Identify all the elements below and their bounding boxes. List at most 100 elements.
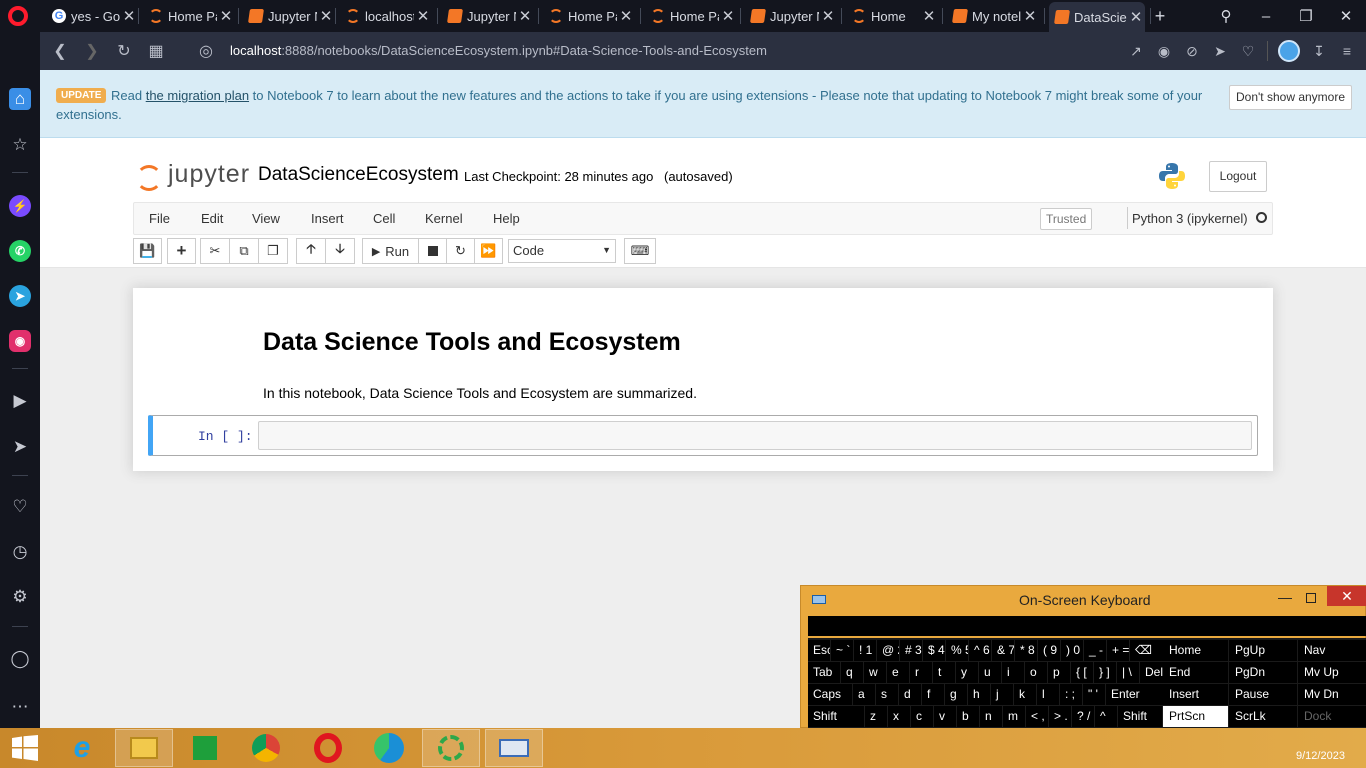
close-tab-icon[interactable]: ✕ xyxy=(516,7,534,25)
osk-key[interactable]: h xyxy=(968,684,990,705)
osk-key[interactable]: d xyxy=(899,684,921,705)
trusted-indicator[interactable]: Trusted xyxy=(1040,208,1093,230)
restart-button[interactable]: ↻ xyxy=(446,238,475,264)
menu-edit[interactable]: Edit xyxy=(201,211,223,226)
store-icon[interactable] xyxy=(176,729,234,767)
osk-key[interactable]: Nav xyxy=(1298,640,1366,661)
paste-button[interactable]: ❐ xyxy=(258,238,288,264)
osk-key[interactable]: % 5 xyxy=(946,640,968,661)
osk-key[interactable]: f xyxy=(922,684,944,705)
share-icon[interactable]: ↗ xyxy=(1127,43,1145,60)
osk-minimize-icon[interactable]: — xyxy=(1278,589,1292,605)
move-down-button[interactable]: 🡣 xyxy=(325,238,355,264)
code-input[interactable] xyxy=(258,421,1252,450)
more-icon[interactable]: ⋯ xyxy=(9,696,31,718)
move-up-button[interactable]: 🡡 xyxy=(296,238,326,264)
osk-key[interactable]: | \ xyxy=(1117,662,1139,683)
close-tab-icon[interactable]: ✕ xyxy=(920,7,938,25)
osk-key[interactable]: Dock xyxy=(1298,706,1366,727)
send-sidebar-icon[interactable]: ➤ xyxy=(9,436,31,458)
osk-maximize-icon[interactable] xyxy=(1306,593,1316,603)
osk-key[interactable]: < , xyxy=(1026,706,1048,727)
osk-key[interactable]: ^ 6 xyxy=(969,640,991,661)
osk-key[interactable]: } ] xyxy=(1094,662,1116,683)
home-icon[interactable]: ⌂ xyxy=(9,88,31,110)
menu-insert[interactable]: Insert xyxy=(311,211,344,226)
osk-key[interactable]: j xyxy=(991,684,1013,705)
menu-cell[interactable]: Cell xyxy=(373,211,395,226)
easy-setup-icon[interactable]: ≡ xyxy=(1338,43,1356,59)
heart-icon[interactable]: ♡ xyxy=(1239,43,1257,60)
browser-tab[interactable]: Jupyter N✕ xyxy=(745,3,837,29)
osk-key[interactable]: * 8 xyxy=(1015,640,1037,661)
osk-key[interactable]: Shift xyxy=(808,706,864,727)
osk-key[interactable]: a xyxy=(853,684,875,705)
osk-key[interactable]: c xyxy=(911,706,933,727)
osk-key[interactable]: > . xyxy=(1049,706,1071,727)
whatsapp-icon[interactable]: ✆ xyxy=(9,240,31,262)
reload-icon[interactable]: ↻ xyxy=(108,41,140,61)
close-tab-icon[interactable]: ✕ xyxy=(719,7,737,25)
logout-button[interactable]: Logout xyxy=(1209,161,1267,192)
osk-key[interactable]: x xyxy=(888,706,910,727)
osk-key[interactable]: ScrLk xyxy=(1229,706,1297,727)
close-window-icon[interactable]: ✕ xyxy=(1326,7,1366,25)
browser-tab[interactable]: Home ✕ xyxy=(846,3,938,29)
browser-tab[interactable]: Jupyter N✕ xyxy=(442,3,534,29)
tips-icon[interactable]: ◯ xyxy=(9,648,31,670)
osk-key[interactable]: ~ ` xyxy=(831,640,853,661)
run-button[interactable]: ▶ Run xyxy=(362,238,419,264)
osk-key[interactable]: " ' xyxy=(1083,684,1105,705)
osk-key[interactable]: Caps xyxy=(808,684,852,705)
osk-close-button[interactable]: ✕ xyxy=(1327,586,1366,606)
osk-key[interactable]: Insert xyxy=(1163,684,1228,705)
osk-key[interactable]: n xyxy=(980,706,1002,727)
minimize-window-icon[interactable]: – xyxy=(1246,8,1286,25)
search-icon[interactable]: ⚲ xyxy=(1206,7,1246,25)
internet-explorer-icon[interactable]: e xyxy=(53,729,111,767)
cut-button[interactable]: ✂ xyxy=(200,238,230,264)
osk-key[interactable]: g xyxy=(945,684,967,705)
settings-icon[interactable]: ⚙ xyxy=(9,586,31,608)
osk-key[interactable]: Tab xyxy=(808,662,840,683)
menu-file[interactable]: File xyxy=(149,211,170,226)
edge-icon[interactable] xyxy=(360,729,418,767)
copy-button[interactable]: ⧉ xyxy=(229,238,259,264)
close-tab-icon[interactable]: ✕ xyxy=(617,7,635,25)
app-icon[interactable] xyxy=(422,729,480,767)
osk-key[interactable]: _ - xyxy=(1084,640,1106,661)
code-cell[interactable]: In [ ]: xyxy=(148,415,1258,456)
browser-tab[interactable]: DataScien✕ xyxy=(1049,2,1145,32)
osk-key[interactable]: Home xyxy=(1163,640,1228,661)
favorites-icon[interactable]: ♡ xyxy=(9,496,31,518)
osk-key[interactable]: Mv Dn xyxy=(1298,684,1366,705)
site-info-icon[interactable]: ◎ xyxy=(190,41,222,61)
close-tab-icon[interactable]: ✕ xyxy=(414,7,432,25)
instagram-icon[interactable]: ◉ xyxy=(9,330,31,352)
browser-tab[interactable]: Home Pa ✕ xyxy=(543,3,635,29)
notebook-name[interactable]: DataScienceEcosystem xyxy=(258,164,459,186)
osk-key[interactable]: PrtScn xyxy=(1163,706,1228,727)
menu-view[interactable]: View xyxy=(252,211,280,226)
browser-tab[interactable]: My notel ✕ xyxy=(947,3,1039,29)
osk-key[interactable]: Enter xyxy=(1106,684,1164,705)
browser-tab[interactable]: Jupyter N✕ xyxy=(243,3,335,29)
url-field[interactable]: localhost:8888/notebooks/DataScienceEcos… xyxy=(230,43,767,58)
browser-tab[interactable]: Gyes - Go ✕ xyxy=(46,3,138,29)
osk-key[interactable]: @ 2 xyxy=(877,640,899,661)
osk-key[interactable]: i xyxy=(1002,662,1024,683)
osk-key[interactable]: End xyxy=(1163,662,1228,683)
osk-key[interactable]: q xyxy=(841,662,863,683)
command-palette-button[interactable]: ⌨ xyxy=(624,238,656,264)
osk-key[interactable]: # 3 xyxy=(900,640,922,661)
camera-icon[interactable]: ◉ xyxy=(1155,43,1173,60)
migration-plan-link[interactable]: the migration plan xyxy=(146,88,249,103)
osk-key[interactable]: PgUp xyxy=(1229,640,1297,661)
osk-key[interactable]: + = xyxy=(1107,640,1129,661)
osk-key[interactable]: y xyxy=(956,662,978,683)
start-button[interactable] xyxy=(0,729,50,767)
osk-key[interactable]: & 7 xyxy=(992,640,1014,661)
history-icon[interactable]: ◷ xyxy=(9,541,31,563)
browser-tab[interactable]: Home Pa ✕ xyxy=(143,3,235,29)
osk-key[interactable]: p xyxy=(1048,662,1070,683)
